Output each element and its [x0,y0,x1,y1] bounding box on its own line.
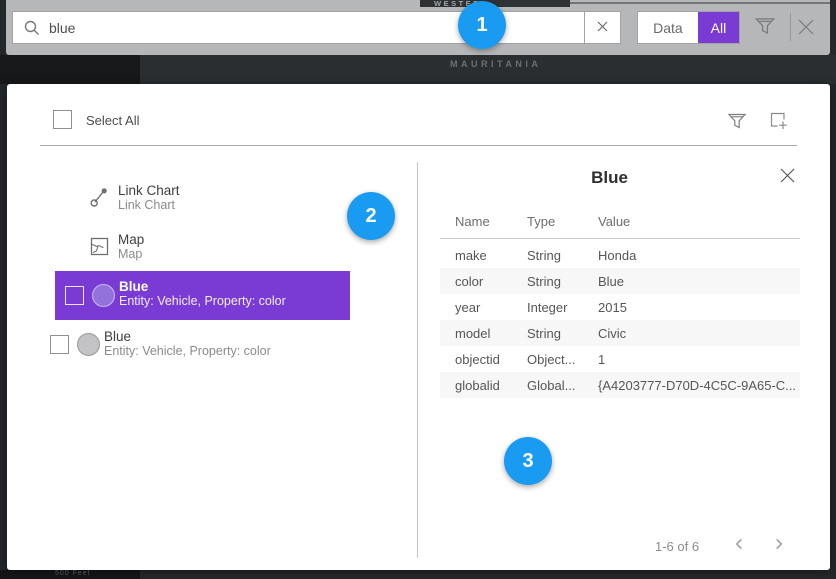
result-item-title: Blue [104,329,271,344]
entity-circle-icon [77,333,100,356]
close-icon [795,26,817,41]
result-item-checkbox[interactable] [50,335,69,354]
table-row: year Integer 2015 [440,294,800,320]
cell-value: Blue [598,274,796,289]
pagination-prev-button[interactable] [730,536,748,554]
cell-name: make [455,248,525,263]
add-to-selection-icon [768,120,790,135]
cell-name: globalid [455,378,525,393]
map-ocean [0,55,140,84]
cell-type: String [527,248,595,263]
cell-type: String [527,274,595,289]
table-header-divider [440,238,800,239]
result-item-subtitle: Map [118,247,144,262]
add-to-selection-button[interactable] [768,110,790,132]
pagination-next-button[interactable] [770,536,788,554]
table-row: globalid Global... {A4203777-D70D-4C5C-9… [440,372,800,398]
chevron-right-icon [771,540,787,555]
cell-name: color [455,274,525,289]
cell-name: year [455,300,525,315]
select-all-label: Select All [86,113,139,128]
scope-option-all[interactable]: All [698,12,739,43]
toolbar-filter-button[interactable] [752,14,778,40]
select-all-checkbox[interactable] [53,110,72,129]
callout-badge-3: 3 [504,437,552,485]
pagination-range: 1-6 of 6 [655,539,699,554]
cell-name: model [455,326,525,341]
scope-toggle: Data All [637,11,740,44]
toolbar-divider [790,13,791,41]
table-row: model String Civic [440,320,800,346]
cell-value: 2015 [598,300,796,315]
scope-option-data[interactable]: Data [638,12,698,43]
app-root: MAURITANIA 500 Feet WESTER Data All [0,0,836,579]
panel-filter-button[interactable] [726,110,748,132]
details-table: make String Honda color String Blue year… [440,242,800,398]
cell-value: {A4203777-D70D-4C5C-9A65-C... [598,378,796,393]
table-row: make String Honda [440,242,800,268]
result-item-subtitle: Link Chart [118,198,180,213]
details-close-button[interactable] [777,166,798,187]
results-panel: Select All Link Chart Link Chart [7,84,830,570]
result-item-title: Map [118,232,144,247]
result-item-checkbox[interactable] [65,286,84,305]
result-item-blue[interactable]: Blue Entity: Vehicle, Property: color [40,328,413,370]
cell-value: Honda [598,248,796,263]
close-icon [778,173,797,188]
filter-icon [726,120,748,135]
chevron-left-icon [731,540,747,555]
cell-type: Global... [527,378,595,393]
result-item-subtitle: Entity: Vehicle, Property: color [104,344,271,359]
result-item-title: Blue [119,279,286,294]
map-border-line [570,2,830,4]
search-toolbar: WESTER Data All [6,0,830,55]
result-item-subtitle: Entity: Vehicle, Property: color [119,294,286,309]
filter-icon [753,26,777,41]
details-title: Blue [417,168,802,188]
clear-search-button[interactable] [584,11,621,44]
details-table-header: Name Type Value [440,214,800,234]
cell-name: objectid [455,352,525,367]
result-item-title: Link Chart [118,183,180,198]
link-chart-icon [90,186,110,213]
map-scale-label: 500 Feet [55,570,91,577]
cell-type: Object... [527,352,595,367]
search-icon [23,19,41,42]
close-search-button[interactable] [795,16,817,38]
column-header-name: Name [455,214,490,229]
map-label-mauritania: MAURITANIA [450,59,541,69]
cell-value: Civic [598,326,796,341]
callout-badge-2: 2 [347,192,395,240]
list-details-divider [417,162,418,558]
table-row: objectid Object... 1 [440,346,800,372]
panel-divider [40,145,797,146]
cell-type: Integer [527,300,595,315]
map-background: MAURITANIA [0,55,836,84]
clear-icon [596,20,609,36]
entity-circle-icon [92,284,115,307]
map-icon [90,237,109,261]
cell-type: String [527,326,595,341]
result-item-blue-selected[interactable]: Blue Entity: Vehicle, Property: color [55,271,350,320]
table-row: color String Blue [440,268,800,294]
column-header-value: Value [598,214,630,229]
cell-value: 1 [598,352,796,367]
column-header-type: Type [527,214,555,229]
callout-badge-1: 1 [458,1,506,49]
